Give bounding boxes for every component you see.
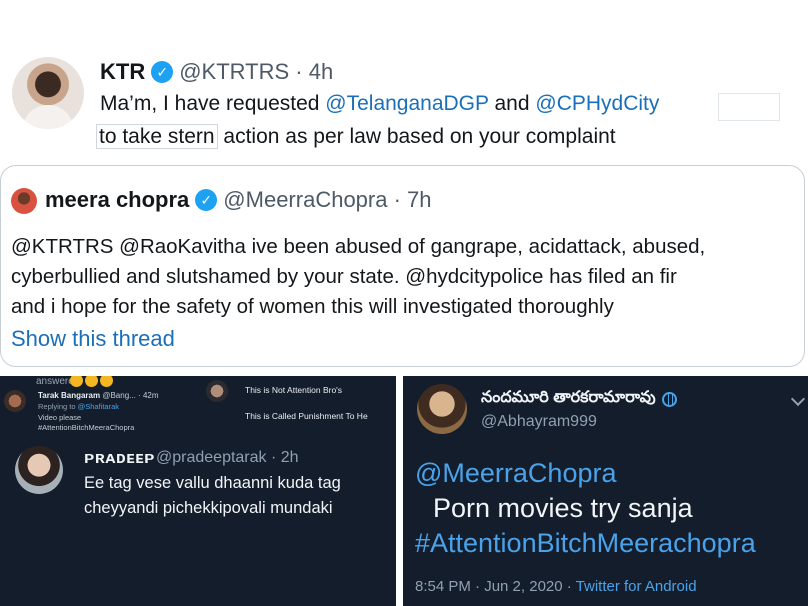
chevron-down-icon: [790, 391, 806, 407]
emoji-icon: [70, 376, 83, 387]
reply-author: Tarak Bangaram: [38, 391, 101, 400]
meera-text-line: @KTRTRS @RaoKavitha ive been abused of g…: [11, 235, 706, 258]
replying-to: Replying to @Shafitarak: [38, 402, 119, 411]
abhayram-text: Porn movies try sanja: [433, 493, 693, 523]
ktr-text-line1: Ma’m, I have requested @TelanganaDGP and…: [100, 92, 659, 116]
mention-cp-hyd-city[interactable]: @CPHydCity: [535, 92, 659, 115]
pradeep-name: ᴘʀᴀᴅᴇᴇᴘ: [84, 448, 156, 467]
tweet-footer: 8:54 PM · Jun 2, 2020 · Twitter for Andr…: [415, 578, 697, 595]
tweet-source: Twitter for Android: [575, 578, 697, 595]
pasted-text-box: [718, 93, 780, 121]
avatar-shirt: [22, 105, 74, 129]
ktr-avatar[interactable]: [12, 57, 84, 129]
pradeep-handle: @pradeeptarak · 2h: [156, 449, 299, 466]
abhayram-name: నందమూరి తారకరామారావు: [481, 389, 656, 406]
ktr-time[interactable]: 4h: [309, 59, 333, 85]
ktr-tweet[interactable]: KTR ✓ @KTRTRS · 4h Ma’m, I have requeste…: [0, 45, 808, 160]
ktr-text-and: and: [488, 92, 536, 115]
abhayram-name-row: నందమూరి తారకరామారావు: [481, 388, 677, 410]
replying-handle: @Shafitarak: [77, 402, 120, 411]
meera-text-line: cyberbullied and slutshamed by your stat…: [11, 265, 677, 288]
tarak-avatar: [4, 390, 26, 412]
ktr-text-boxed: to take stern: [96, 124, 218, 149]
right-tweet-screenshot: నందమూరి తారకరామారావు @Abhayram999 @Meerr…: [403, 376, 808, 606]
reply-time: 42m: [142, 391, 159, 400]
meera-handle[interactable]: @MeerraChopra: [223, 187, 387, 213]
emoji-row: [70, 376, 113, 387]
meera-name[interactable]: meera chopra: [45, 187, 189, 213]
meera-text-line: and i hope for the safety of women this …: [11, 295, 614, 318]
abhayram-hashtag: #AttentionBitchMeerachopra: [415, 528, 756, 558]
side-text2: This is Called Punishment To He: [245, 411, 368, 421]
left-reply-screenshot: answered Tarak Bangaram @Bang... · 42m R…: [0, 376, 396, 606]
reply-header: Tarak Bangaram @Bang... · 42m: [38, 391, 159, 400]
meera-time[interactable]: 7h: [407, 187, 431, 213]
emoji-icon: [100, 376, 113, 387]
reply-line2: #AttentionBitchMeeraChopra: [38, 423, 135, 432]
ktr-name[interactable]: KTR: [100, 59, 145, 85]
quoted-tweet-card[interactable]: meera chopra ✓ @MeerraChopra · 7h @KTRTR…: [0, 165, 805, 367]
globe-icon: [661, 391, 677, 407]
pradeep-tweet-text: Ee tag vese vallu dhaanni kuda tag cheyy…: [84, 471, 341, 521]
abhayram-mention: @MeerraChopra: [415, 458, 617, 488]
ktr-text-rest: action as per law based on your complain…: [217, 125, 616, 148]
side-text1: This is Not Attention Bro's: [245, 385, 343, 395]
abhayram-avatar: [417, 384, 467, 434]
verified-badge-icon: ✓: [195, 189, 218, 211]
reply-line1: Video please: [38, 413, 82, 422]
divider: [396, 376, 403, 606]
separator-dot: ·: [289, 59, 309, 84]
separator-dot: ·: [387, 187, 408, 212]
meera-avatar[interactable]: [11, 188, 37, 214]
ktr-text-prefix: Ma’m, I have requested: [100, 92, 326, 115]
verified-badge-icon: ✓: [151, 61, 174, 83]
side-avatar: [206, 380, 228, 402]
emoji-icon: [85, 376, 98, 387]
ktr-handle[interactable]: @KTRTRS: [179, 59, 289, 85]
meera-tweet-text: @KTRTRS @RaoKavitha ive been abused of g…: [11, 232, 705, 322]
pradeep-text-line: Ee tag vese vallu dhaanni kuda tag: [84, 474, 341, 492]
reply-handle: @Bang...: [102, 391, 136, 400]
mention-telangana-dgp[interactable]: @TelanganaDGP: [325, 92, 488, 115]
show-thread-link[interactable]: Show this thread: [11, 326, 175, 352]
pradeep-avatar: [15, 446, 63, 494]
tweet-timestamp: 8:54 PM · Jun 2, 2020 ·: [415, 578, 576, 595]
ktr-text-line2: to take stern action as per law based on…: [96, 124, 616, 149]
replying-prefix: Replying to: [38, 402, 76, 411]
pradeep-text-line: cheyyandi pichekkipovali mundaki: [84, 499, 333, 517]
ktr-header: KTR ✓ @KTRTRS · 4h: [100, 59, 333, 85]
meera-header: meera chopra ✓ @MeerraChopra · 7h: [45, 187, 432, 213]
abhayram-handle: @Abhayram999: [481, 413, 597, 430]
